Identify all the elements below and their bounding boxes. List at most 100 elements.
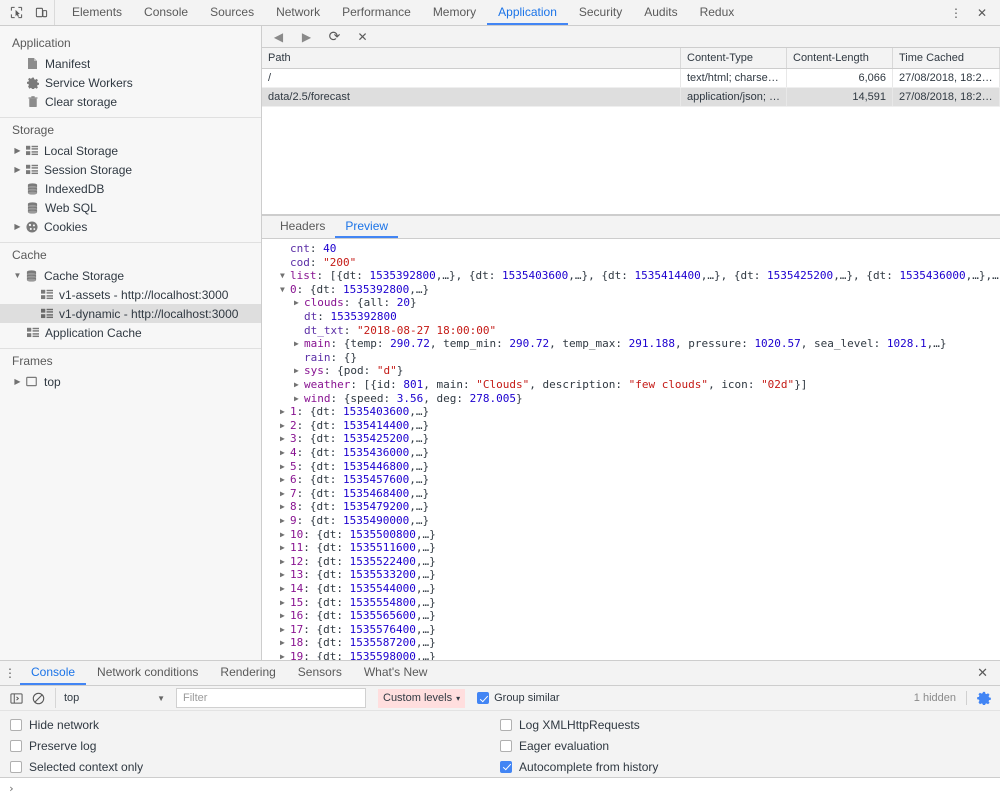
device-toolbar-icon[interactable] xyxy=(33,5,49,21)
close-drawer-icon[interactable]: ✕ xyxy=(977,661,1000,685)
json-tree-row[interactable]: ▶ 2: {dt: 1535414400,…} xyxy=(262,419,1000,433)
json-tree-row[interactable]: ▶ 15: {dt: 1535554800,…} xyxy=(262,596,1000,610)
drawer-tab-whats-new[interactable]: What's New xyxy=(353,661,439,685)
chevron-right-icon[interactable]: ▶ xyxy=(280,596,290,610)
refresh-button[interactable]: ⟳ xyxy=(327,28,342,44)
eager-evaluation-checkbox[interactable] xyxy=(500,739,512,752)
clear-console-icon[interactable] xyxy=(27,688,49,708)
selected-context-only-checkbox[interactable] xyxy=(10,760,22,773)
page-back-button[interactable]: ◀ xyxy=(271,29,286,44)
sidebar-item-v1-assets[interactable]: v1-assets - http://localhost:3000 xyxy=(0,285,261,304)
sidebar-item-top-frame[interactable]: ▶ top xyxy=(0,372,261,391)
preserve-log-toggle[interactable]: Preserve log xyxy=(10,738,500,753)
page-forward-button[interactable]: ▶ xyxy=(299,29,314,44)
sidebar-item-session-storage[interactable]: ▶ Session Storage xyxy=(0,160,261,179)
log-level-selector[interactable]: Custom levels ▾ xyxy=(378,688,466,708)
console-input-prompt[interactable]: › xyxy=(0,778,1000,806)
json-tree-row[interactable]: ▶ 9: {dt: 1535490000,…} xyxy=(262,514,1000,528)
json-tree-row[interactable]: ▶ 5: {dt: 1535446800,…} xyxy=(262,460,1000,474)
json-tree-row[interactable]: ▶cnt: 40 xyxy=(262,242,1000,256)
chevron-right-icon[interactable]: ▶ xyxy=(280,582,290,596)
table-row[interactable]: / text/html; charset=U... 6,066 27/08/20… xyxy=(262,69,1000,88)
json-tree-row[interactable]: ▶ 17: {dt: 1535576400,…} xyxy=(262,623,1000,637)
json-tree-row[interactable]: ▶ 7: {dt: 1535468400,…} xyxy=(262,487,1000,501)
tab-sources[interactable]: Sources xyxy=(199,0,265,25)
sidebar-item-web-sql[interactable]: Web SQL xyxy=(0,198,261,217)
json-tree-row[interactable]: ▶ 12: {dt: 1535522400,…} xyxy=(262,555,1000,569)
tab-redux[interactable]: Redux xyxy=(689,0,746,25)
autocomplete-from-history-checkbox[interactable] xyxy=(500,760,512,773)
chevron-right-icon[interactable]: ▶ xyxy=(280,514,290,528)
chevron-right-icon[interactable]: ▶ xyxy=(280,528,290,542)
json-preview-tree[interactable]: ▶cnt: 40▶cod: "200"▼list: [{dt: 15353928… xyxy=(262,239,1000,660)
chevron-right-icon[interactable]: ▶ xyxy=(280,446,290,460)
json-tree-row[interactable]: ▶ 13: {dt: 1535533200,…} xyxy=(262,568,1000,582)
group-similar-toggle[interactable]: Group similar xyxy=(477,692,560,704)
selected-context-only-toggle[interactable]: Selected context only xyxy=(10,759,500,774)
column-header-content-length[interactable]: Content-Length xyxy=(787,48,893,68)
close-devtools-icon[interactable]: ✕ xyxy=(975,5,989,21)
chevron-right-icon[interactable]: ▶ xyxy=(280,541,290,555)
sidebar-item-manifest[interactable]: Manifest xyxy=(0,54,261,73)
inspect-element-icon[interactable] xyxy=(8,5,24,21)
chevron-right-icon[interactable]: ▶ xyxy=(280,405,290,419)
json-tree-row[interactable]: ▶ 8: {dt: 1535479200,…} xyxy=(262,500,1000,514)
chevron-right-icon[interactable]: ▶ xyxy=(294,337,304,351)
more-options-icon[interactable]: ⋮ xyxy=(949,5,963,21)
chevron-right-icon[interactable]: ▶ xyxy=(280,487,290,501)
json-tree-row[interactable]: ▶ 6: {dt: 1535457600,…} xyxy=(262,473,1000,487)
drawer-tab-rendering[interactable]: Rendering xyxy=(209,661,286,685)
chevron-right-icon[interactable]: ▶ xyxy=(280,419,290,433)
tab-performance[interactable]: Performance xyxy=(331,0,422,25)
column-header-path[interactable]: Path xyxy=(262,48,681,68)
chevron-down-icon[interactable]: ▼ xyxy=(280,283,290,297)
json-tree-row[interactable]: ▶ 1: {dt: 1535403600,…} xyxy=(262,405,1000,419)
sidebar-item-local-storage[interactable]: ▶ Local Storage xyxy=(0,141,261,160)
sidebar-item-cache-storage[interactable]: ▼ Cache Storage xyxy=(0,266,261,285)
tab-security[interactable]: Security xyxy=(568,0,633,25)
tab-headers[interactable]: Headers xyxy=(270,216,335,238)
chevron-right-icon[interactable]: ▶ xyxy=(12,146,23,155)
json-tree-row[interactable]: ▶ 11: {dt: 1535511600,…} xyxy=(262,541,1000,555)
chevron-right-icon[interactable]: ▶ xyxy=(294,378,304,392)
log-xhr-checkbox[interactable] xyxy=(500,718,512,731)
tab-memory[interactable]: Memory xyxy=(422,0,487,25)
chevron-right-icon[interactable]: ▶ xyxy=(280,432,290,446)
tab-application[interactable]: Application xyxy=(487,0,568,25)
json-tree-row[interactable]: ▶ 18: {dt: 1535587200,…} xyxy=(262,636,1000,650)
preserve-log-checkbox[interactable] xyxy=(10,739,22,752)
console-sidebar-toggle-icon[interactable] xyxy=(5,688,27,708)
autocomplete-from-history-toggle[interactable]: Autocomplete from history xyxy=(500,759,658,774)
json-tree-row[interactable]: ▶ 16: {dt: 1535565600,…} xyxy=(262,609,1000,623)
chevron-right-icon[interactable]: ▶ xyxy=(280,636,290,650)
eager-evaluation-toggle[interactable]: Eager evaluation xyxy=(500,738,658,753)
json-tree-row[interactable]: ▶ 14: {dt: 1535544000,…} xyxy=(262,582,1000,596)
json-tree-row[interactable]: ▶ weather: [{id: 801, main: "Clouds", des… xyxy=(262,378,1000,392)
drawer-menu-icon[interactable]: ⋮ xyxy=(0,661,20,685)
chevron-right-icon[interactable]: ▶ xyxy=(280,623,290,637)
json-tree-row[interactable]: ▶ sys: {pod: "d"} xyxy=(262,364,1000,378)
console-settings-gear-icon[interactable] xyxy=(977,691,991,705)
chevron-right-icon[interactable]: ▶ xyxy=(294,392,304,406)
json-tree-row[interactable]: ▶ main: {temp: 290.72, temp_min: 290.72, … xyxy=(262,337,1000,351)
sidebar-item-indexeddb[interactable]: IndexedDB xyxy=(0,179,261,198)
chevron-right-icon[interactable]: ▶ xyxy=(294,364,304,378)
chevron-right-icon[interactable]: ▶ xyxy=(12,222,23,231)
tab-audits[interactable]: Audits xyxy=(633,0,688,25)
tab-network[interactable]: Network xyxy=(265,0,331,25)
sidebar-item-v1-dynamic[interactable]: v1-dynamic - http://localhost:3000 xyxy=(0,304,261,323)
chevron-right-icon[interactable]: ▶ xyxy=(280,609,290,623)
json-tree-row[interactable]: ▶ 3: {dt: 1535425200,…} xyxy=(262,432,1000,446)
hide-network-toggle[interactable]: Hide network xyxy=(10,717,500,732)
drawer-tab-network-conditions[interactable]: Network conditions xyxy=(86,661,209,685)
tab-elements[interactable]: Elements xyxy=(61,0,133,25)
json-tree-row[interactable]: ▶rain: {} xyxy=(262,351,1000,365)
json-tree-row[interactable]: ▶ 4: {dt: 1535436000,…} xyxy=(262,446,1000,460)
json-tree-row[interactable]: ▶ wind: {speed: 3.56, deg: 278.005} xyxy=(262,392,1000,406)
chevron-right-icon[interactable]: ▶ xyxy=(280,460,290,474)
sidebar-item-cookies[interactable]: ▶ Cookies xyxy=(0,217,261,236)
log-xhr-toggle[interactable]: Log XMLHttpRequests xyxy=(500,717,658,732)
delete-entry-button[interactable]: ✕ xyxy=(355,29,370,44)
group-similar-checkbox[interactable] xyxy=(477,692,490,704)
sidebar-item-service-workers[interactable]: Service Workers xyxy=(0,73,261,92)
